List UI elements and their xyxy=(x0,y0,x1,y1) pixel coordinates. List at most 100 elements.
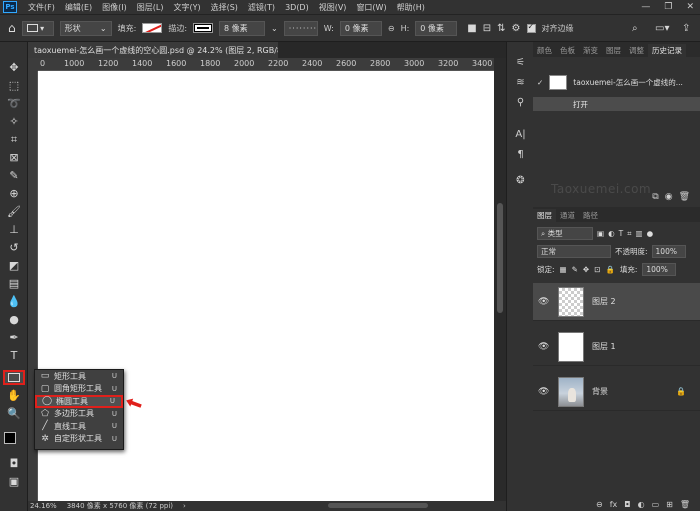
eyedropper-tool-icon[interactable]: ✎ xyxy=(3,168,25,183)
smart-object-filter-icon[interactable]: ▥ xyxy=(635,229,642,238)
visibility-eye-icon[interactable]: 👁 xyxy=(538,297,552,307)
menu-image[interactable]: 图像(I) xyxy=(97,2,132,13)
brush-settings-icon[interactable]: ⚟ xyxy=(513,56,528,69)
lasso-tool-icon[interactable]: ➰ xyxy=(3,96,25,111)
type-filter-icon[interactable]: T xyxy=(619,229,624,238)
path-operations-icon[interactable]: ■ xyxy=(467,23,476,34)
brushes-icon[interactable]: ≋ xyxy=(513,76,528,89)
status-arrow-icon[interactable]: › xyxy=(183,502,186,510)
move-tool-icon[interactable]: ✥ xyxy=(3,60,25,75)
lock-position-icon[interactable]: ✥ xyxy=(583,265,589,274)
paragraph-icon[interactable]: ¶ xyxy=(513,148,528,161)
blend-mode-select[interactable]: 正常 xyxy=(537,245,611,258)
adjustment-filter-icon[interactable]: ◐ xyxy=(608,229,615,238)
tab-layers[interactable]: 图层 xyxy=(533,209,556,222)
new-document-from-state-icon[interactable]: ⧉ xyxy=(652,192,658,202)
filter-toggle-icon[interactable]: ● xyxy=(647,229,654,238)
character-icon[interactable]: A| xyxy=(513,128,528,141)
horizontal-ruler[interactable]: 0 1000 1200 1400 1600 1800 2000 2200 240… xyxy=(38,58,494,71)
shape-tool-icon[interactable] xyxy=(3,370,25,385)
align-edges-checkbox[interactable] xyxy=(526,22,536,33)
foreground-color-swatch[interactable] xyxy=(4,432,16,444)
history-brush-tool-icon[interactable]: ↺ xyxy=(3,240,25,255)
horizontal-scrollbar-thumb[interactable] xyxy=(328,503,428,508)
stroke-swatch[interactable] xyxy=(193,23,214,33)
rounded-rectangle-tool-item[interactable]: ▢ 圆角矩形工具 U xyxy=(35,383,123,396)
document-tab[interactable]: taoxuemei-怎么画一个虚线的空心圆.psd @ 24.2% (图层 2,… xyxy=(28,42,298,58)
layer-row-layer-2[interactable]: 👁 图层 2 xyxy=(533,283,700,321)
fill-field[interactable]: 100% xyxy=(642,263,677,276)
tab-swatches[interactable]: 色板 xyxy=(556,44,579,57)
settings-icon[interactable]: ⚙ xyxy=(512,23,521,34)
clone-source-icon[interactable]: ⚲ xyxy=(513,96,528,109)
screen-mode-icon[interactable]: ▣ xyxy=(3,474,25,489)
gradient-tool-icon[interactable]: ▤ xyxy=(3,276,25,291)
color-swatches[interactable] xyxy=(4,432,24,452)
history-state[interactable]: 打开 xyxy=(533,97,700,111)
line-tool-item[interactable]: ╱ 直线工具 U xyxy=(35,420,123,433)
pixel-filter-icon[interactable]: ▣ xyxy=(597,229,604,238)
eraser-tool-icon[interactable]: ◩ xyxy=(3,258,25,273)
hand-tool-icon[interactable]: ✋ xyxy=(3,388,25,403)
scrollbar-thumb[interactable] xyxy=(497,203,503,313)
chevron-down-icon[interactable]: ⌄ xyxy=(271,24,278,33)
tool-preset-picker[interactable]: ▾ xyxy=(21,20,54,36)
search-icon[interactable]: ⌕ xyxy=(632,23,638,34)
menu-file[interactable]: 文件(F) xyxy=(23,2,60,13)
adjustment-layer-icon[interactable]: ◐ xyxy=(638,500,645,509)
dodge-tool-icon[interactable]: ● xyxy=(3,312,25,327)
share-icon[interactable]: ⇪ xyxy=(682,23,690,34)
menu-filter[interactable]: 滤镜(T) xyxy=(243,2,280,13)
tab-channels[interactable]: 通道 xyxy=(556,209,579,222)
height-field[interactable]: 0 像素 xyxy=(415,20,458,36)
ellipse-tool-item[interactable]: ◯ 椭圆工具 U xyxy=(35,395,123,408)
opacity-field[interactable]: 100% xyxy=(651,245,686,258)
camera-icon[interactable]: ◉ xyxy=(665,192,673,202)
add-mask-icon[interactable]: ◘ xyxy=(624,500,630,509)
lock-artboard-icon[interactable]: ⊡ xyxy=(594,265,600,274)
new-group-icon[interactable]: ▭ xyxy=(652,500,660,509)
close-icon[interactable]: ✕ xyxy=(686,2,694,12)
path-alignment-icon[interactable]: ⊟ xyxy=(483,23,491,34)
quick-mask-icon[interactable]: ◘ xyxy=(3,456,25,471)
tab-adjustments[interactable]: 调整 xyxy=(625,44,648,57)
menu-help[interactable]: 帮助(H) xyxy=(392,2,430,13)
stroke-type-select[interactable]: ········ xyxy=(283,20,318,36)
menu-type[interactable]: 文字(Y) xyxy=(168,2,205,13)
brush-tool-icon[interactable]: 🖌 xyxy=(3,204,25,219)
lock-pixels-icon[interactable]: ✎ xyxy=(572,265,578,274)
new-layer-icon[interactable]: ⊞ xyxy=(666,500,673,509)
home-icon[interactable]: ⌂ xyxy=(8,21,16,35)
glyphs-icon[interactable]: ❂ xyxy=(513,174,528,187)
polygon-tool-item[interactable]: ⬠ 多边形工具 U xyxy=(35,408,123,421)
menu-window[interactable]: 窗口(W) xyxy=(351,2,391,13)
path-arrangement-icon[interactable]: ⇅ xyxy=(497,23,505,34)
zoom-level[interactable]: 24.16% xyxy=(30,502,57,510)
type-tool-icon[interactable]: T xyxy=(3,348,25,363)
vertical-scrollbar[interactable] xyxy=(494,58,506,501)
marquee-tool-icon[interactable]: ⬚ xyxy=(3,78,25,93)
tab-paths[interactable]: 路径 xyxy=(579,209,602,222)
shape-filter-icon[interactable]: ⌗ xyxy=(627,229,631,239)
crop-tool-icon[interactable]: ⌗ xyxy=(3,132,25,147)
workspace-icon[interactable]: ▭▾ xyxy=(655,23,669,34)
layer-style-icon[interactable]: fx xyxy=(610,500,618,509)
healing-brush-tool-icon[interactable]: ⊕ xyxy=(3,186,25,201)
fill-swatch[interactable] xyxy=(142,23,163,33)
link-icon[interactable]: ⊖ xyxy=(388,24,395,33)
width-field[interactable]: 0 像素 xyxy=(339,20,382,36)
visibility-eye-icon[interactable]: 👁 xyxy=(538,387,552,397)
magic-wand-tool-icon[interactable]: ✧ xyxy=(3,114,25,129)
tab-color[interactable]: 颜色 xyxy=(533,44,556,57)
layer-row-layer-1[interactable]: 👁 图层 1 xyxy=(533,328,700,366)
trash-icon[interactable]: 🗑 xyxy=(680,500,690,509)
restore-icon[interactable]: ❐ xyxy=(664,2,672,12)
blur-tool-icon[interactable]: 💧 xyxy=(3,294,25,309)
visibility-eye-icon[interactable]: 👁 xyxy=(538,342,552,352)
menu-layer[interactable]: 图层(L) xyxy=(132,2,169,13)
custom-shape-tool-item[interactable]: ✲ 自定形状工具 U xyxy=(35,433,123,446)
trash-icon[interactable]: 🗑 xyxy=(679,192,690,202)
menu-3d[interactable]: 3D(D) xyxy=(280,3,314,12)
menu-edit[interactable]: 编辑(E) xyxy=(60,2,97,13)
history-brush-source-icon[interactable]: ✓ xyxy=(537,78,543,87)
